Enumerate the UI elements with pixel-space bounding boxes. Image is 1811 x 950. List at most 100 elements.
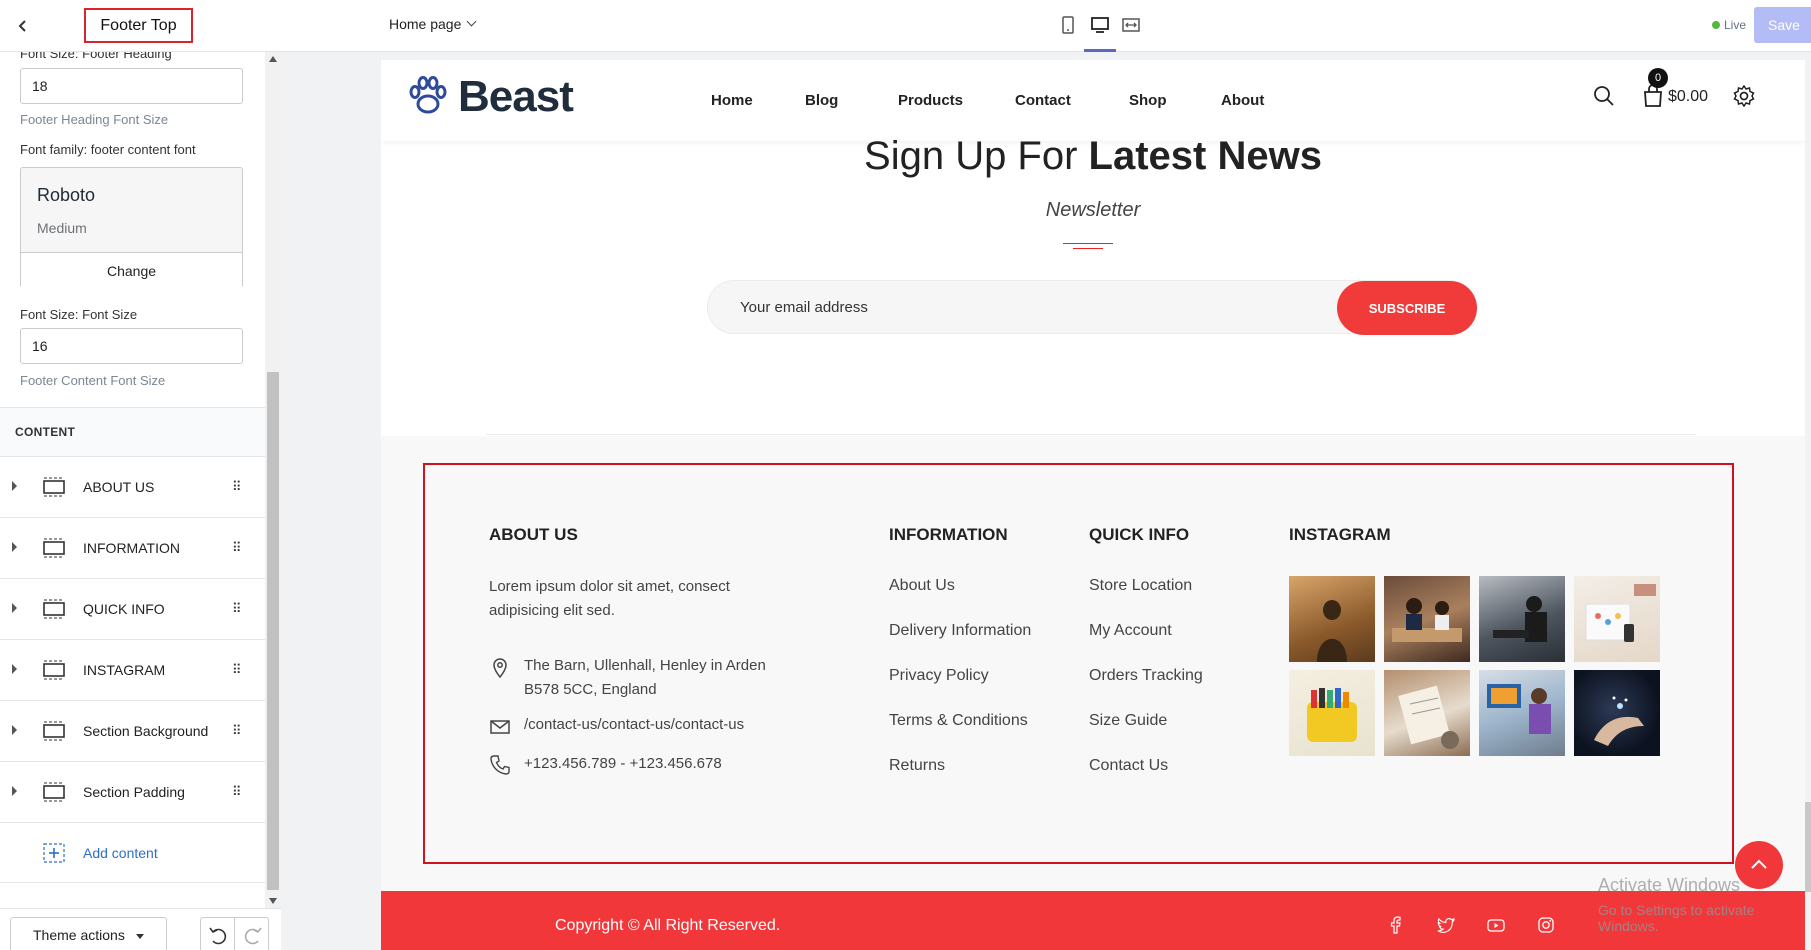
- drag-handle-icon[interactable]: ⠿: [232, 540, 241, 556]
- font-weight: Medium: [37, 220, 87, 236]
- font-picker: Roboto Medium Change: [20, 167, 243, 288]
- preview-scrollbar[interactable]: [1805, 52, 1811, 950]
- newsletter-form: Your email address SUBSCRIBE: [707, 280, 1477, 335]
- section-icon: [43, 599, 65, 619]
- font-size-input[interactable]: 16: [20, 328, 243, 364]
- drag-handle-icon[interactable]: ⠿: [232, 723, 241, 739]
- newsletter-title-light: Sign Up For: [864, 134, 1089, 178]
- add-icon: [43, 843, 65, 863]
- newsletter-subtitle: Newsletter: [1045, 199, 1141, 221]
- copyright-text: Copyright © All Right Reserved.: [555, 917, 781, 934]
- add-content-button[interactable]: Add content: [0, 823, 265, 883]
- newsletter-title: Sign Up For Latest News: [381, 134, 1805, 179]
- nav-home[interactable]: Home: [711, 92, 753, 109]
- content-item-section-background[interactable]: Section Background ⠿: [0, 701, 265, 762]
- live-status-dot: [1712, 21, 1720, 29]
- nav-blog[interactable]: Blog: [805, 92, 838, 109]
- panel-scrollbar[interactable]: [265, 52, 281, 908]
- scroll-up-icon[interactable]: [269, 56, 277, 62]
- expand-caret-icon[interactable]: [12, 725, 17, 735]
- nav-contact[interactable]: Contact: [1015, 92, 1071, 109]
- section-icon: [43, 721, 65, 741]
- section-icon: [43, 660, 65, 680]
- cart-count-badge: 0: [1648, 68, 1668, 88]
- heading-size-label: Font Size: Footer Heading: [20, 52, 172, 61]
- drag-handle-icon[interactable]: ⠿: [232, 784, 241, 800]
- redo-button[interactable]: [234, 917, 269, 950]
- fullscreen-view-icon[interactable]: [1120, 14, 1142, 36]
- cart-total[interactable]: $0.00: [1668, 88, 1708, 106]
- expand-caret-icon[interactable]: [12, 786, 17, 796]
- scrollbar-thumb[interactable]: [267, 372, 279, 890]
- content-item-label: Section Background: [83, 723, 209, 739]
- activate-windows-hint: Go to Settings to activate Windows.: [1598, 902, 1755, 934]
- back-icon[interactable]: [10, 13, 36, 39]
- youtube-icon[interactable]: [1486, 915, 1506, 935]
- instagram-icon[interactable]: [1536, 915, 1556, 935]
- email-input[interactable]: Your email address: [740, 299, 868, 316]
- content-item-quick-info[interactable]: QUICK INFO ⠿: [0, 579, 265, 640]
- heading-size-input[interactable]: 18: [20, 68, 243, 104]
- font-family-label: Font family: footer content font: [20, 142, 196, 157]
- theme-editor: Footer Top Font Size: Footer Heading 18 …: [0, 0, 1811, 950]
- drag-handle-icon[interactable]: ⠿: [232, 601, 241, 617]
- expand-caret-icon[interactable]: [12, 603, 17, 613]
- redo-icon: [244, 927, 262, 945]
- divider: [1063, 243, 1113, 244]
- font-size-label: Font Size: Font Size: [20, 307, 138, 322]
- scroll-down-icon[interactable]: [269, 898, 277, 904]
- facebook-icon[interactable]: [1386, 915, 1406, 935]
- undo-button[interactable]: [200, 917, 235, 950]
- panel-footer: Theme actions: [0, 908, 281, 950]
- content-item-about-us[interactable]: ABOUT US ⠿: [0, 457, 265, 518]
- expand-caret-icon[interactable]: [12, 542, 17, 552]
- chevron-down-icon[interactable]: [466, 16, 477, 27]
- live-status-label: Live: [1724, 18, 1747, 32]
- divider: [486, 434, 1696, 435]
- heading-size-help: Footer Heading Font Size: [20, 112, 169, 127]
- twitter-icon[interactable]: [1436, 915, 1456, 935]
- expand-caret-icon[interactable]: [12, 481, 17, 491]
- paw-logo-icon[interactable]: [406, 74, 450, 118]
- nav-shop[interactable]: Shop: [1129, 92, 1167, 109]
- search-icon[interactable]: [1592, 84, 1616, 108]
- content-item-label: INFORMATION: [83, 540, 180, 556]
- expand-caret-icon[interactable]: [12, 664, 17, 674]
- content-item-instagram[interactable]: INSTAGRAM ⠿: [0, 640, 265, 701]
- chevron-down-icon: [136, 934, 144, 939]
- theme-actions-button[interactable]: Theme actions: [10, 917, 167, 950]
- gear-icon[interactable]: [1732, 84, 1756, 108]
- drag-handle-icon[interactable]: ⠿: [232, 662, 241, 678]
- selected-section-outline: [423, 463, 1734, 864]
- content-item-information[interactable]: INFORMATION ⠿: [0, 518, 265, 579]
- storefront-preview: Beast Home Blog Products Contact Shop Ab…: [381, 60, 1805, 950]
- nav-about[interactable]: About: [1221, 92, 1264, 109]
- preview-scrollbar-thumb[interactable]: [1805, 802, 1811, 892]
- font-size-help: Footer Content Font Size: [20, 373, 166, 388]
- preview-area: Beast Home Blog Products Contact Shop Ab…: [281, 52, 1811, 950]
- drag-handle-icon[interactable]: ⠿: [232, 479, 241, 495]
- site-header: Beast Home Blog Products Contact Shop Ab…: [381, 60, 1805, 141]
- panel-title: Footer Top: [84, 8, 193, 43]
- content-item-section-padding[interactable]: Section Padding ⠿: [0, 762, 265, 823]
- page-selector[interactable]: Home page: [389, 16, 461, 32]
- change-font-button[interactable]: Change: [21, 252, 242, 288]
- content-item-label: QUICK INFO: [83, 601, 165, 617]
- subscribe-button[interactable]: SUBSCRIBE: [1337, 281, 1477, 335]
- newsletter-title-bold: Latest News: [1088, 134, 1322, 178]
- activate-windows-watermark: Activate Windows: [1598, 875, 1741, 895]
- add-content-label: Add content: [83, 845, 158, 861]
- content-item-label: Section Padding: [83, 784, 185, 800]
- copyright-bar: Copyright © All Right Reserved.: [381, 891, 1805, 950]
- font-name: Roboto: [37, 185, 96, 205]
- nav-products[interactable]: Products: [898, 92, 963, 109]
- mobile-view-icon[interactable]: [1057, 14, 1079, 36]
- settings-panel: Footer Top Font Size: Footer Heading 18 …: [0, 0, 281, 950]
- save-button[interactable]: Save: [1754, 7, 1811, 43]
- back-to-top-button[interactable]: [1735, 841, 1783, 889]
- section-icon: [43, 782, 65, 802]
- section-icon: [43, 477, 65, 497]
- content-item-label: INSTAGRAM: [83, 662, 166, 678]
- desktop-view-icon[interactable]: [1089, 14, 1111, 36]
- site-logo[interactable]: Beast: [458, 72, 574, 122]
